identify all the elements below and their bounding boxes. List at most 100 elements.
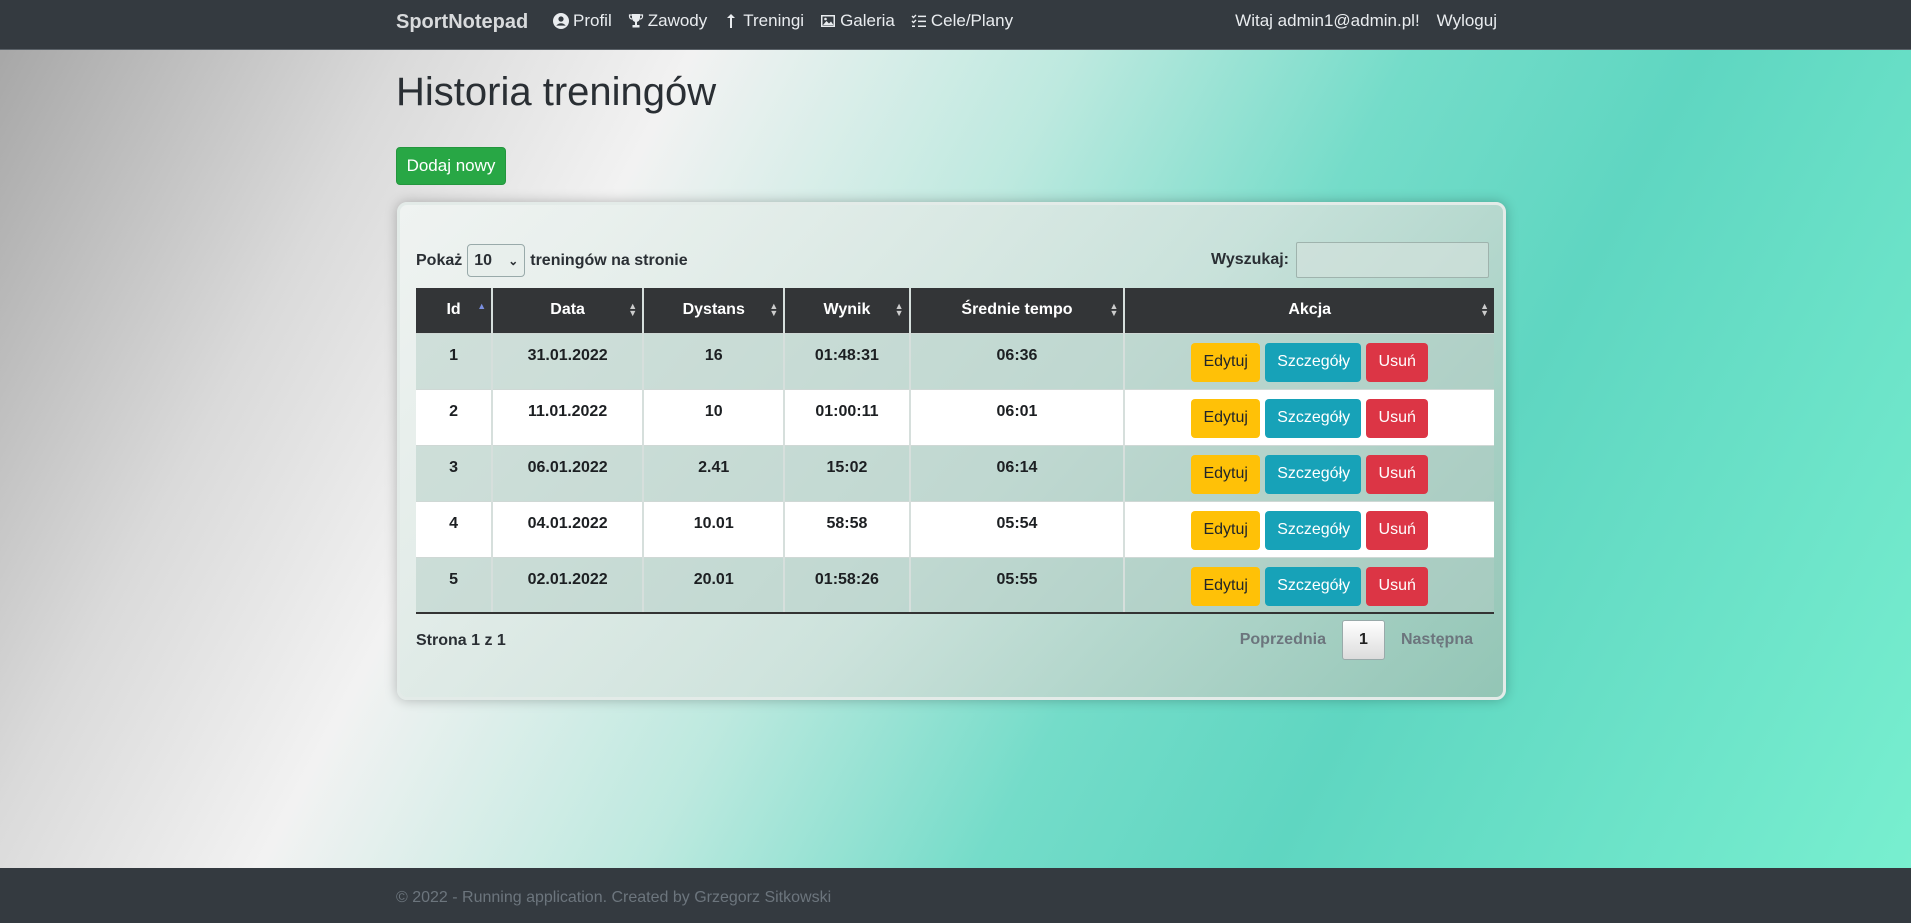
cell-pace: 05:55	[909, 556, 1126, 614]
search-control: Wyszukaj:	[1211, 242, 1489, 278]
arrow-up-icon	[727, 14, 736, 28]
edit-button[interactable]: Edytuj	[1191, 454, 1261, 494]
cell-actions: Edytuj Szczegóły Usuń	[1124, 556, 1494, 614]
cell-pace: 06:01	[909, 388, 1126, 445]
sort-icon: ▲ ▼	[769, 301, 779, 318]
nav-item-label: Cele/Plany	[930, 11, 1014, 30]
delete-button[interactable]: Usuń	[1366, 398, 1429, 438]
page-button-current[interactable]: 1	[1341, 620, 1385, 660]
trainings-table: Id ▲ Data ▲ ▼ Dystans ▲ ▼ Wynik ▲ ▼ Średnie tem…	[416, 288, 1494, 614]
brand-logo[interactable]: SportNotepad	[396, 11, 528, 34]
sort-icon: ▲ ▼	[894, 301, 904, 318]
cell-result: 58:58	[784, 500, 911, 557]
cell-distance: 20.01	[643, 556, 786, 614]
table-row: 3 06.01.2022 2.41 15:02 06:14 Edytuj Szc…	[416, 444, 1494, 501]
nav-links: Profil Zawody Treningi Galeria Cele/Plan…	[553, 11, 1013, 31]
table-header-row: Id ▲ Data ▲ ▼ Dystans ▲ ▼ Wynik ▲ ▼ Średnie tem…	[416, 288, 1494, 333]
cell-date: 11.01.2022	[492, 388, 645, 445]
cell-pace: 06:14	[909, 444, 1126, 501]
search-input[interactable]	[1296, 242, 1489, 278]
column-header-dystans[interactable]: Dystans ▲ ▼	[643, 288, 786, 333]
cell-result: 01:58:26	[784, 556, 911, 614]
checklist-icon	[911, 14, 926, 27]
sort-icon: ▲ ▼	[1480, 301, 1489, 318]
pagination-info: Strona 1 z 1	[416, 632, 506, 649]
footer: © 2022 - Running application. Created by…	[0, 868, 1911, 923]
nav-item-label: Galeria	[840, 11, 895, 30]
column-header-id[interactable]: Id ▲	[416, 288, 494, 333]
cell-result: 15:02	[784, 444, 911, 501]
nav-item-label: Zawody	[647, 11, 708, 30]
cell-date: 06.01.2022	[492, 444, 645, 501]
column-header-wynik[interactable]: Wynik ▲ ▼	[784, 288, 911, 333]
add-new-button[interactable]: Dodaj nowy	[396, 147, 506, 185]
nav-item-label: Profil	[573, 11, 612, 30]
page-size-control: Pokaż 10 ⌄ treningów na stronie	[416, 244, 688, 277]
nav-item-treningi[interactable]: Treningi	[723, 11, 804, 31]
nav-item-zawody[interactable]: Zawody	[628, 11, 708, 31]
table-row: 4 04.01.2022 10.01 58:58 05:54 Edytuj Sz…	[416, 500, 1494, 557]
nav-item-profil[interactable]: Profil	[553, 11, 612, 31]
cell-actions: Edytuj Szczegóły Usuń	[1124, 444, 1494, 501]
nav-item-label: Treningi	[743, 11, 805, 30]
table-row: 1 31.01.2022 16 01:48:31 06:36 Edytuj Sz…	[416, 332, 1494, 389]
delete-button[interactable]: Usuń	[1366, 454, 1429, 494]
image-icon	[821, 15, 836, 27]
cell-distance: 10	[643, 388, 786, 445]
table-row: 5 02.01.2022 20.01 01:58:26 05:55 Edytuj…	[416, 556, 1494, 614]
sort-icon: ▲ ▼	[628, 301, 638, 318]
sort-icon: ▲ ▼	[1109, 301, 1119, 318]
user-circle-icon	[553, 13, 569, 29]
details-button[interactable]: Szczegóły	[1265, 398, 1362, 438]
trophy-icon	[628, 14, 643, 28]
next-page-button[interactable]: Następna	[1385, 631, 1489, 649]
cell-id: 2	[416, 388, 494, 445]
cell-result: 01:00:11	[784, 388, 911, 445]
cell-actions: Edytuj Szczegóły Usuń	[1124, 388, 1494, 445]
cell-date: 04.01.2022	[492, 500, 645, 557]
details-button[interactable]: Szczegóły	[1265, 510, 1362, 550]
nav-item-galeria[interactable]: Galeria	[820, 11, 895, 31]
footer-text: © 2022 - Running application. Created by…	[396, 889, 832, 906]
cell-pace: 05:54	[909, 500, 1126, 557]
edit-button[interactable]: Edytuj	[1191, 342, 1261, 382]
sort-asc-icon: ▲	[477, 301, 487, 311]
edit-button[interactable]: Edytuj	[1191, 510, 1261, 550]
column-header-akcja[interactable]: Akcja ▲ ▼	[1124, 288, 1494, 333]
details-button[interactable]: Szczegóły	[1265, 342, 1362, 382]
navbar: SportNotepad Profil Zawody Treningi Gale…	[0, 0, 1911, 50]
cell-distance: 10.01	[643, 500, 786, 557]
search-label: Wyszukaj:	[1211, 251, 1289, 268]
pagination: Poprzednia 1 Następna	[1224, 620, 1489, 660]
chevron-down-icon: ⌄	[508, 253, 519, 268]
cell-id: 5	[416, 556, 494, 614]
edit-button[interactable]: Edytuj	[1191, 566, 1261, 606]
delete-button[interactable]: Usuń	[1366, 566, 1429, 606]
delete-button[interactable]: Usuń	[1366, 342, 1429, 382]
cell-id: 1	[416, 332, 494, 389]
column-header-tempo[interactable]: Średnie tempo ▲ ▼	[909, 288, 1126, 333]
logout-link[interactable]: Wyloguj	[1437, 11, 1497, 31]
nav-user-area: Witaj admin1@admin.pl! Wyloguj	[1235, 11, 1497, 31]
cell-date: 31.01.2022	[492, 332, 645, 389]
cell-pace: 06:36	[909, 332, 1126, 389]
page-title: Historia treningów	[396, 70, 717, 114]
trainings-card: Pokaż 10 ⌄ treningów na stronie Wyszukaj…	[397, 202, 1506, 700]
page-size-select[interactable]: 10 ⌄	[467, 244, 526, 277]
details-button[interactable]: Szczegóły	[1265, 566, 1362, 606]
nav-item-cele-plany[interactable]: Cele/Plany	[911, 11, 1013, 31]
edit-button[interactable]: Edytuj	[1191, 398, 1261, 438]
delete-button[interactable]: Usuń	[1366, 510, 1429, 550]
cell-actions: Edytuj Szczegóły Usuń	[1124, 332, 1494, 389]
table-row: 2 11.01.2022 10 01:00:11 06:01 Edytuj Sz…	[416, 388, 1494, 445]
cell-result: 01:48:31	[784, 332, 911, 389]
page-size-value: 10	[474, 251, 493, 269]
cell-distance: 16	[643, 332, 786, 389]
details-button[interactable]: Szczegóły	[1265, 454, 1362, 494]
previous-page-button[interactable]: Poprzednia	[1224, 631, 1342, 649]
cell-id: 3	[416, 444, 494, 501]
cell-id: 4	[416, 500, 494, 557]
column-header-data[interactable]: Data ▲ ▼	[492, 288, 645, 333]
cell-date: 02.01.2022	[492, 556, 645, 614]
welcome-text: Witaj admin1@admin.pl!	[1235, 11, 1420, 30]
